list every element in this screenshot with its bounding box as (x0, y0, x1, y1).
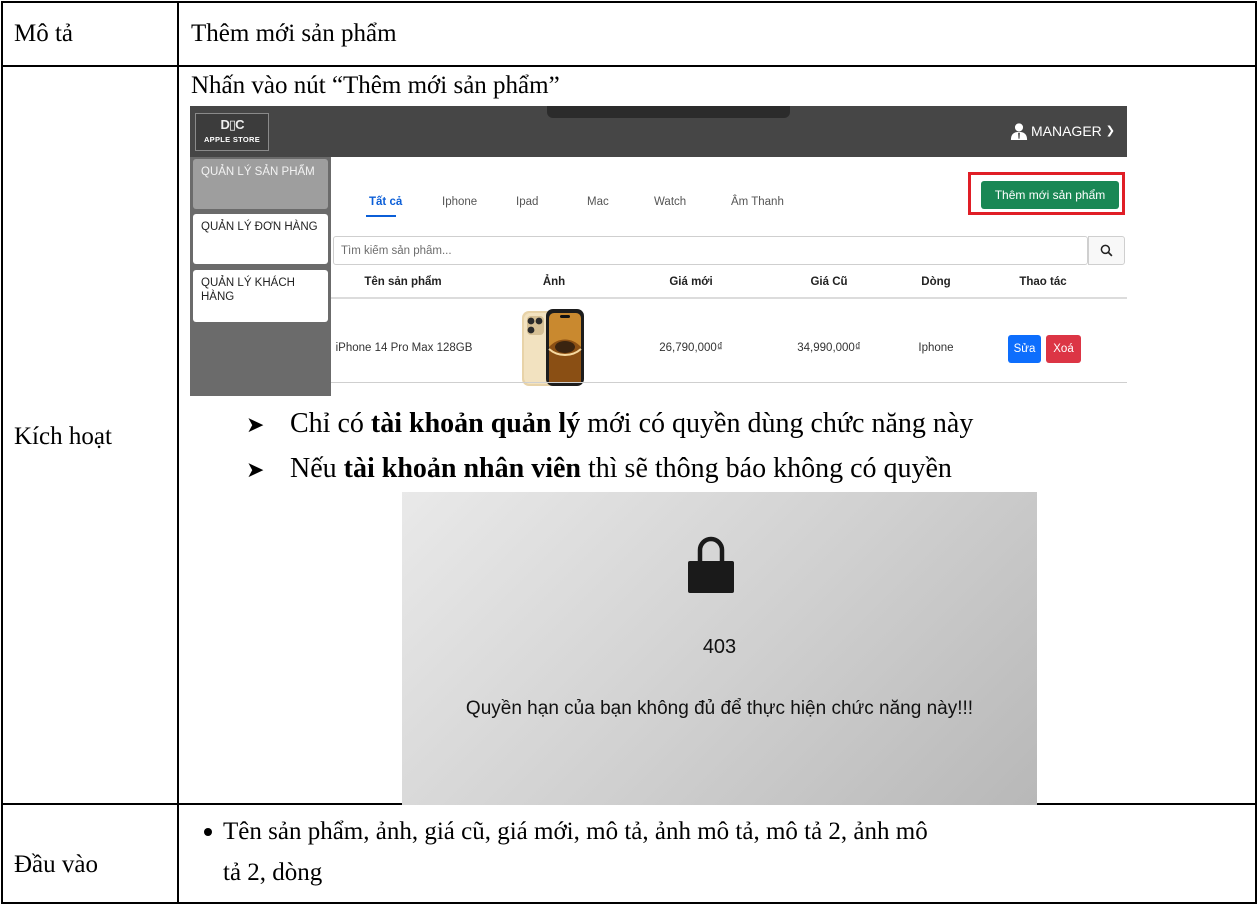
bullet-text: mới có quyền dùng chức năng này (580, 408, 974, 439)
product-image (522, 309, 584, 386)
tab-all[interactable]: Tất cả (369, 196, 402, 208)
tab-mac[interactable]: Mac (587, 196, 609, 208)
store-logo[interactable]: D▯C APPLE STORE (195, 113, 269, 151)
tab-ipad[interactable]: Ipad (516, 196, 538, 208)
row-label-trigger: Kích hoạt (14, 423, 112, 450)
column-header-line[interactable]: Dòng (921, 276, 950, 288)
row-divider (331, 382, 1127, 383)
chevron-down-icon: ❯ (1105, 125, 1115, 137)
column-header-actions[interactable]: Thao tác (1019, 276, 1066, 288)
cell-line: Iphone (918, 342, 954, 354)
bullet-text: thì sẽ thông báo không có quyền (580, 453, 952, 484)
table-border-left (1, 1, 3, 904)
search-input[interactable] (333, 236, 1088, 265)
row-value-description: Thêm mới sản phẩm (191, 20, 397, 47)
user-icon (1010, 123, 1028, 140)
cell-old-price: 34,990,000₫ (797, 342, 861, 354)
trigger-intro: Nhấn vào nút “Thêm mới sản phẩm” (191, 72, 560, 99)
bullet-manager-only: Chỉ có tài khoản quản lý mới có quyền dù… (290, 407, 973, 441)
input-fields-line1: Tên sản phẩm, ảnh, giá cũ, giá mới, mô t… (223, 818, 928, 845)
table-border-top (1, 1, 1256, 3)
arrow-bullet-icon: ➤ (246, 457, 265, 482)
column-header-new-price[interactable]: Giá mới (669, 276, 712, 288)
bullet-text: Chỉ có (290, 408, 371, 439)
header-divider (331, 297, 1127, 299)
search-button[interactable] (1088, 236, 1125, 265)
sidebar: QUẢN LÝ SẢN PHẨM QUẢN LÝ ĐƠN HÀNG QUẢN L… (190, 157, 331, 396)
search-icon (1100, 244, 1113, 257)
row-label-description: Mô tả (14, 20, 74, 47)
bullet-dot-icon (204, 828, 212, 836)
error-message: Quyền hạn của bạn không đủ để thực hiện … (465, 698, 974, 719)
arrow-bullet-icon: ➤ (246, 412, 265, 437)
top-navbar: D▯C APPLE STORE MANAGER ❯ (190, 106, 1127, 157)
navbar-notch (547, 106, 790, 118)
main-panel: Tất cả Iphone Ipad Mac Watch Âm Thanh Th… (331, 157, 1127, 396)
tab-watch[interactable]: Watch (654, 196, 686, 208)
tab-iphone[interactable]: Iphone (442, 196, 477, 208)
sidebar-item-orders[interactable]: QUẢN LÝ ĐƠN HÀNG (193, 214, 328, 264)
logo-glyph-icon: D▯C (220, 117, 245, 132)
user-menu[interactable]: MANAGER ❯ (1010, 120, 1115, 142)
user-menu-label: MANAGER (1030, 123, 1102, 139)
delete-button[interactable]: Xoá (1046, 335, 1081, 363)
column-divider (177, 1, 179, 904)
sidebar-item-products[interactable]: QUẢN LÝ SẢN PHẨM (193, 159, 328, 209)
edit-button[interactable]: Sửa (1008, 335, 1041, 363)
logo-text: APPLE STORE (203, 135, 261, 144)
sidebar-item-customers[interactable]: QUẢN LÝ KHÁCH HÀNG (193, 270, 328, 322)
column-header-old-price[interactable]: Giá Cũ (810, 276, 847, 288)
bullet-staff-denied: Nếu tài khoản nhân viên thì sẽ thông báo… (290, 452, 952, 486)
bullet-bold-text: tài khoản quản lý (370, 408, 581, 439)
table-border-right (1255, 1, 1257, 904)
add-product-button[interactable]: Thêm mới sản phẩm (981, 181, 1119, 209)
row-label-input: Đầu vào (14, 851, 98, 878)
table-border-bottom (1, 902, 1256, 904)
column-header-image[interactable]: Ảnh (543, 276, 565, 288)
row-divider (1, 65, 1256, 67)
admin-screenshot: D▯C APPLE STORE MANAGER ❯ QUẢN LÝ SẢN PH… (190, 106, 1127, 396)
input-fields-line2: tả 2, dòng (223, 859, 323, 886)
bullet-bold-text: tài khoản nhân viên (343, 453, 581, 484)
forbidden-screenshot: 403 Quyền hạn của bạn không đủ để thực h… (402, 492, 1037, 805)
error-code: 403 (702, 636, 737, 658)
spec-table: Mô tả Thêm mới sản phẩm Kích hoạt Nhấn v… (0, 0, 1258, 905)
column-header-name[interactable]: Tên sản phẩm (364, 276, 441, 288)
bullet-text: Nếu (290, 453, 344, 484)
cell-product-name: iPhone 14 Pro Max 128GB (335, 342, 473, 354)
lock-icon (688, 536, 734, 593)
active-tab-indicator (366, 215, 396, 217)
tab-audio[interactable]: Âm Thanh (731, 196, 784, 208)
cell-new-price: 26,790,000₫ (659, 342, 723, 354)
